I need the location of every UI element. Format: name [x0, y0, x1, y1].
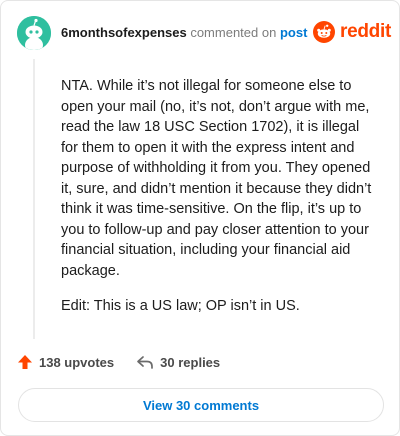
post-link[interactable]: post: [280, 25, 307, 40]
upvote-button[interactable]: 138 upvotes: [17, 354, 114, 370]
user-avatar[interactable]: [17, 16, 51, 50]
comment-header: 6monthsofexpenses commented on post: [61, 25, 307, 41]
username[interactable]: 6monthsofexpenses: [61, 25, 187, 40]
reddit-wordmark: reddit: [340, 21, 391, 42]
reply-count: 30 replies: [160, 354, 221, 370]
upvote-count: 138 upvotes: [39, 354, 115, 370]
comment-body: NTA. While it’s not illegal for someone …: [61, 76, 379, 332]
comment-actions: 138 upvotes 30 replies: [17, 354, 220, 370]
reply-button[interactable]: 30 replies: [136, 354, 220, 370]
comment-paragraph: NTA. While it’s not illegal for someone …: [61, 78, 372, 279]
comment-paragraph: Edit: This is a US law; OP isn’t in US.: [61, 298, 300, 314]
snoo-avatar-icon: [17, 16, 51, 50]
reply-arrow-icon: [137, 356, 154, 369]
upvote-arrow-icon: [18, 355, 32, 369]
reddit-brand[interactable]: reddit: [313, 21, 391, 43]
comment-card: 6monthsofexpenses commented on post redd…: [0, 0, 400, 436]
view-comments-button[interactable]: View 30 comments: [18, 388, 384, 422]
thread-line: [33, 59, 35, 339]
reddit-logo-icon: [313, 21, 335, 43]
commented-on-text: commented on: [190, 25, 277, 40]
